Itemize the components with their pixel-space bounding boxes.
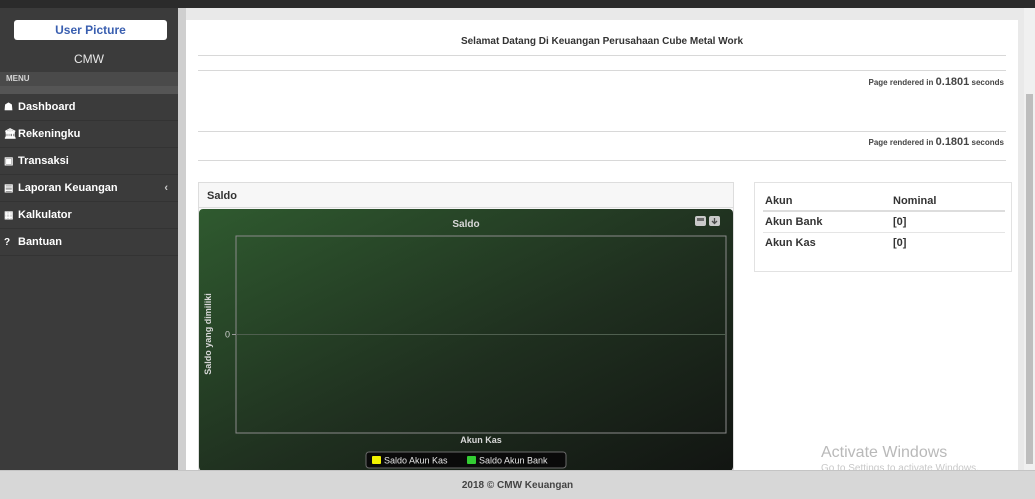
download-icon[interactable] <box>709 216 720 226</box>
legend-label-kas[interactable]: Saldo Akun Kas <box>384 456 448 466</box>
table-row: Akun Kas [0] <box>763 232 1005 253</box>
chart-legend: Saldo Akun Kas Saldo Akun Bank <box>365 451 567 469</box>
sidebar-item-rekeningku[interactable]: 🏛 Rekeningku <box>0 121 178 148</box>
main-content: Selamat Datang Di Keuangan Perusahaan Cu… <box>186 20 1018 471</box>
money-icon: ▣ <box>4 155 14 167</box>
panel-title: Saldo <box>199 183 733 208</box>
table-row: Akun Bank [0] <box>763 211 1005 233</box>
table-header-row: Akun Nominal <box>763 191 1005 212</box>
divider <box>198 131 1006 132</box>
legend-swatch-kas <box>372 456 381 464</box>
menu-header-label: MENU <box>6 74 30 83</box>
render-time-text: Page rendered in 0.1801 seconds <box>868 136 1004 148</box>
sidebar-item-label: Dashboard <box>18 101 76 113</box>
brand-name: CMW <box>74 52 104 66</box>
y-tick-label: 0 <box>225 330 230 340</box>
chart-background <box>199 209 733 471</box>
divider <box>198 160 1006 161</box>
question-icon: ? <box>4 236 11 248</box>
top-bar <box>0 0 1035 8</box>
cell-akun: Akun Kas <box>765 236 816 249</box>
sidebar-nav: ☗ Dashboard 🏛 Rekeningku ▣ Transaksi ▤ L… <box>0 94 178 256</box>
akun-table: Akun Nominal Akun Bank [0] Akun Kas [0] <box>763 191 1005 253</box>
sidebar-item-label: Transaksi <box>18 155 69 167</box>
cell-nominal: [0] <box>893 236 907 249</box>
saldo-panel: Saldo Saldo 0 Akun Kas Saldo yang dimili… <box>198 182 734 471</box>
legend-swatch-bank <box>467 456 476 464</box>
vertical-scrollbar[interactable] <box>1024 8 1035 470</box>
footer: 2018 © CMW Keuangan <box>0 470 1035 499</box>
x-tick-label: Akun Kas <box>460 435 502 445</box>
sidebar-item-label: Bantuan <box>18 236 62 248</box>
divider <box>198 70 1006 71</box>
calculator-icon: ▦ <box>4 209 14 221</box>
cell-nominal: [0] <box>893 211 1005 233</box>
sidebar-item-transaksi[interactable]: ▣ Transaksi <box>0 148 178 175</box>
y-axis-label: Saldo yang dimiliki <box>203 293 213 375</box>
sidebar-item-laporan-keuangan[interactable]: ▤ Laporan Keuangan ‹ <box>0 175 178 202</box>
chart-title: Saldo <box>452 219 479 230</box>
chart-svg: Saldo 0 Akun Kas Saldo yang dimiliki Sald… <box>199 209 733 471</box>
sidebar-item-label: Laporan Keuangan <box>18 182 118 194</box>
menu-header: MENU <box>0 72 178 94</box>
sidebar-item-label: Rekeningku <box>18 128 81 140</box>
akun-panel: Akun Nominal Akun Bank [0] Akun Kas [0] <box>754 182 1012 272</box>
column-header-nominal: Nominal <box>893 191 1005 212</box>
sidebar-item-label: Kalkulator <box>18 209 72 221</box>
print-icon[interactable] <box>695 216 706 226</box>
sidebar-item-kalkulator[interactable]: ▦ Kalkulator <box>0 202 178 229</box>
legend-label-bank[interactable]: Saldo Akun Bank <box>479 456 548 466</box>
file-icon: ▤ <box>4 182 14 194</box>
sidebar-item-dashboard[interactable]: ☗ Dashboard <box>0 94 178 121</box>
sidebar-item-bantuan[interactable]: ? Bantuan <box>0 229 178 256</box>
column-header-akun: Akun <box>763 191 893 212</box>
scrollbar-thumb[interactable] <box>1026 94 1033 464</box>
divider <box>198 55 1006 56</box>
render-time-text: Page rendered in 0.1801 seconds <box>868 76 1004 88</box>
user-picture[interactable]: User Picture <box>14 20 167 40</box>
home-icon: ☗ <box>4 101 13 113</box>
chevron-left-icon[interactable]: ‹ <box>164 182 168 194</box>
saldo-chart: Saldo 0 Akun Kas Saldo yang dimiliki Sald… <box>199 209 733 471</box>
bank-icon: 🏛 <box>4 128 17 140</box>
sidebar-divider <box>178 8 186 470</box>
watermark-title: Activate Windows <box>821 444 948 461</box>
page-title: Selamat Datang Di Keuangan Perusahaan Cu… <box>460 36 744 47</box>
cell-akun: Akun Bank <box>763 211 893 233</box>
sidebar: User Picture CMW MENU ☗ Dashboard 🏛 Reke… <box>0 8 178 470</box>
